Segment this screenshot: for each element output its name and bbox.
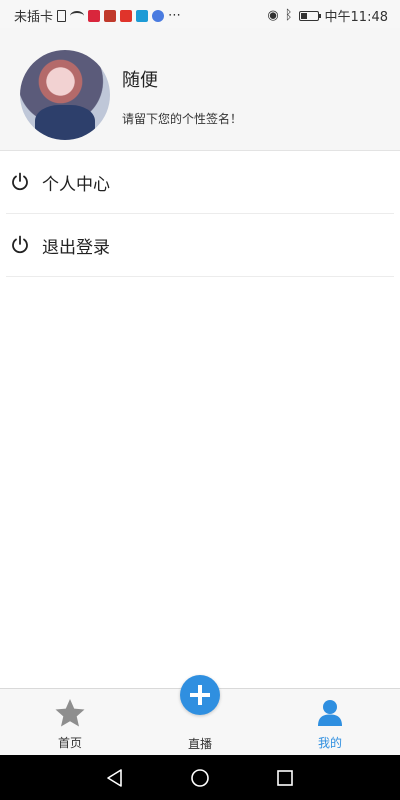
recent-apps-icon[interactable] — [274, 767, 296, 789]
more-icon: ⋯ — [168, 8, 182, 23]
app-notification-icon — [104, 9, 117, 22]
menu-item-personal-center[interactable]: 个人中心 — [6, 151, 394, 214]
avatar[interactable] — [20, 50, 110, 140]
menu-item-logout[interactable]: 退出登录 — [6, 214, 394, 277]
plus-icon[interactable] — [180, 675, 220, 715]
app-notification-icon — [88, 9, 101, 22]
power-icon — [12, 172, 28, 191]
system-nav-bar — [0, 755, 400, 800]
app-notification-icon — [136, 9, 149, 22]
sim-icon — [57, 9, 67, 22]
eye-icon: ◉ — [267, 8, 279, 23]
menu-list: 个人中心 退出登录 — [0, 151, 400, 277]
menu-item-label: 个人中心 — [42, 174, 110, 195]
tab-label: 首页 — [57, 736, 82, 750]
bluetooth-icon: ᛒ — [284, 8, 293, 23]
power-icon — [12, 235, 28, 254]
tab-live[interactable]: 直播 — [160, 675, 240, 756]
clock-text: 中午11:48 — [324, 10, 388, 25]
menu-item-label: 退出登录 — [42, 237, 110, 258]
back-icon[interactable] — [104, 767, 126, 789]
wifi-icon — [70, 10, 85, 21]
tab-mine[interactable]: 我的 — [290, 689, 370, 756]
tab-label: 直播 — [187, 737, 212, 751]
app-notification-icon — [152, 9, 165, 22]
status-left: 未插卡 ⋯ — [14, 6, 181, 25]
user-icon — [318, 700, 342, 726]
status-right: ◉ ᛒ 中午11:48 — [267, 6, 388, 25]
star-icon — [55, 699, 85, 727]
profile-header: 随便 请留下您的个性签名！ — [0, 28, 400, 151]
carrier-text: 未插卡 — [14, 10, 54, 25]
bottom-tab-bar: 首页 直播 我的 — [0, 675, 400, 756]
tab-home[interactable]: 首页 — [30, 689, 110, 756]
home-icon[interactable] — [189, 767, 211, 789]
app-notification-icon — [120, 9, 133, 22]
battery-icon — [298, 10, 321, 21]
status-bar: 未插卡 ⋯ ◉ ᛒ 中午11:48 — [0, 0, 400, 28]
username: 随便 — [122, 70, 158, 91]
tab-label: 我的 — [317, 736, 342, 750]
signature[interactable]: 请留下您的个性签名！ — [122, 110, 242, 127]
